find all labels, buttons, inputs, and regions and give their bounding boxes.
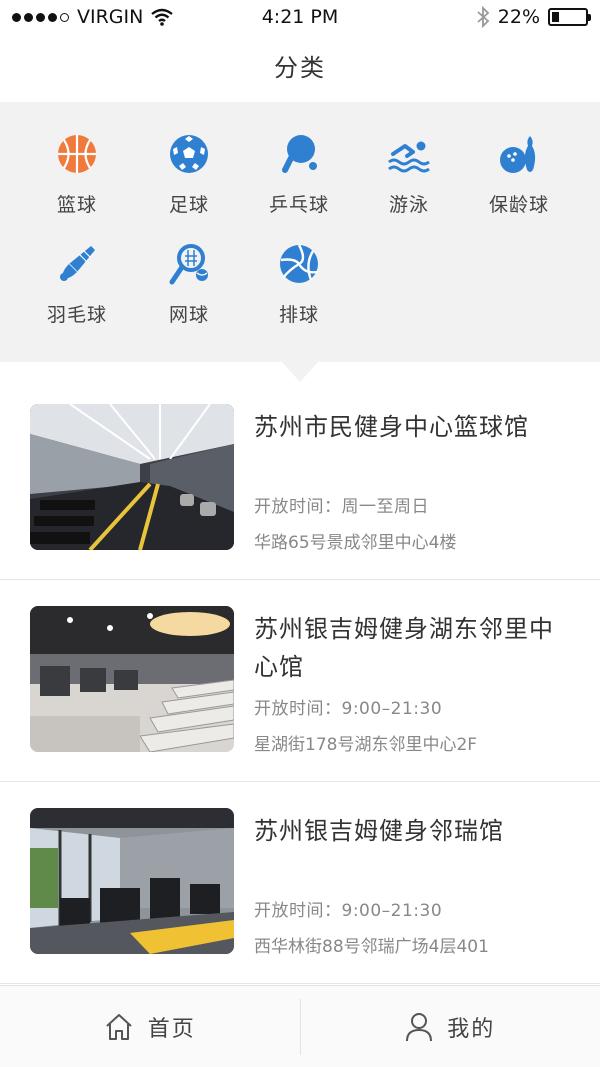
basketball-icon	[58, 135, 96, 173]
tab-home[interactable]: 首页	[0, 986, 300, 1067]
page-title: 分类	[274, 54, 326, 82]
home-icon	[106, 1013, 132, 1040]
category-badminton[interactable]: 羽毛球	[22, 242, 132, 327]
badminton-icon	[60, 246, 95, 281]
venue-address: 华路65号景成邻里中心4楼	[254, 533, 457, 553]
venue-name: 苏州市民健身中心篮球馆	[254, 413, 529, 441]
status-right: 22%	[476, 6, 591, 28]
ping-pong-icon	[282, 135, 317, 173]
category-ping-pong[interactable]: 乒乓球	[244, 132, 354, 217]
category-label: 篮球	[56, 194, 97, 216]
category-tennis[interactable]: 网球	[134, 242, 244, 327]
soccer-ball-icon	[170, 135, 208, 173]
tab-bar: 首页 我的	[0, 985, 600, 1067]
battery-percent: 22%	[497, 6, 540, 28]
category-label: 保龄球	[488, 194, 549, 216]
venue-name: 苏州银吉姆健身邻瑞馆	[254, 817, 504, 845]
category-label: 乒乓球	[268, 194, 329, 216]
bluetooth-icon	[477, 6, 490, 28]
battery-icon	[548, 8, 591, 26]
category-bowling[interactable]: 保龄球	[464, 132, 574, 217]
user-icon	[406, 1012, 433, 1041]
swimming-icon	[388, 141, 430, 173]
category-soccer[interactable]: 足球	[134, 132, 244, 217]
venue-hours: 开放时间：9:00–21:30	[254, 699, 443, 719]
category-label: 足球	[168, 194, 209, 216]
venue-name: 苏州银吉姆健身湖东邻里中心馆	[254, 615, 554, 681]
category-panel: 篮球 足球 乒乓球 游泳 保龄球 羽毛球 网球 排球	[0, 102, 600, 362]
venue-photo	[30, 404, 234, 550]
venue-hours: 开放时间：9:00–21:30	[254, 901, 443, 921]
category-basketball[interactable]: 篮球	[22, 132, 132, 217]
category-label: 排球	[278, 304, 319, 326]
volleyball-icon	[280, 244, 318, 283]
tab-me[interactable]: 我的	[301, 986, 600, 1067]
category-label: 羽毛球	[46, 304, 107, 326]
venue-address: 星湖街178号湖东邻里中心2F	[254, 735, 478, 755]
list-item[interactable]: 苏州市民健身中心篮球馆 开放时间：周一至周日 华路65号景成邻里中心4楼	[0, 378, 600, 580]
bowling-icon	[500, 136, 536, 173]
venue-photo	[30, 808, 234, 954]
venue-photo	[30, 606, 234, 752]
venue-address: 西华林街88号邻瑞广场4层401	[254, 937, 489, 957]
category-label: 网球	[168, 304, 209, 326]
tab-home-label: 首页	[147, 1016, 196, 1042]
venue-hours: 开放时间：周一至周日	[254, 497, 429, 517]
category-volleyball[interactable]: 排球	[244, 242, 354, 327]
category-swimming[interactable]: 游泳	[354, 132, 464, 217]
status-bar: VIRGIN 4:21 PM 22%	[0, 0, 600, 36]
category-label: 游泳	[388, 194, 429, 216]
tab-me-label: 我的	[447, 1016, 496, 1042]
list-item[interactable]: 苏州银吉姆健身邻瑞馆 开放时间：9:00–21:30 西华林街88号邻瑞广场4层…	[0, 782, 600, 984]
list-item[interactable]: 苏州银吉姆健身湖东邻里中心馆 开放时间：9:00–21:30 星湖街178号湖东…	[0, 580, 600, 782]
tennis-icon	[169, 244, 208, 285]
